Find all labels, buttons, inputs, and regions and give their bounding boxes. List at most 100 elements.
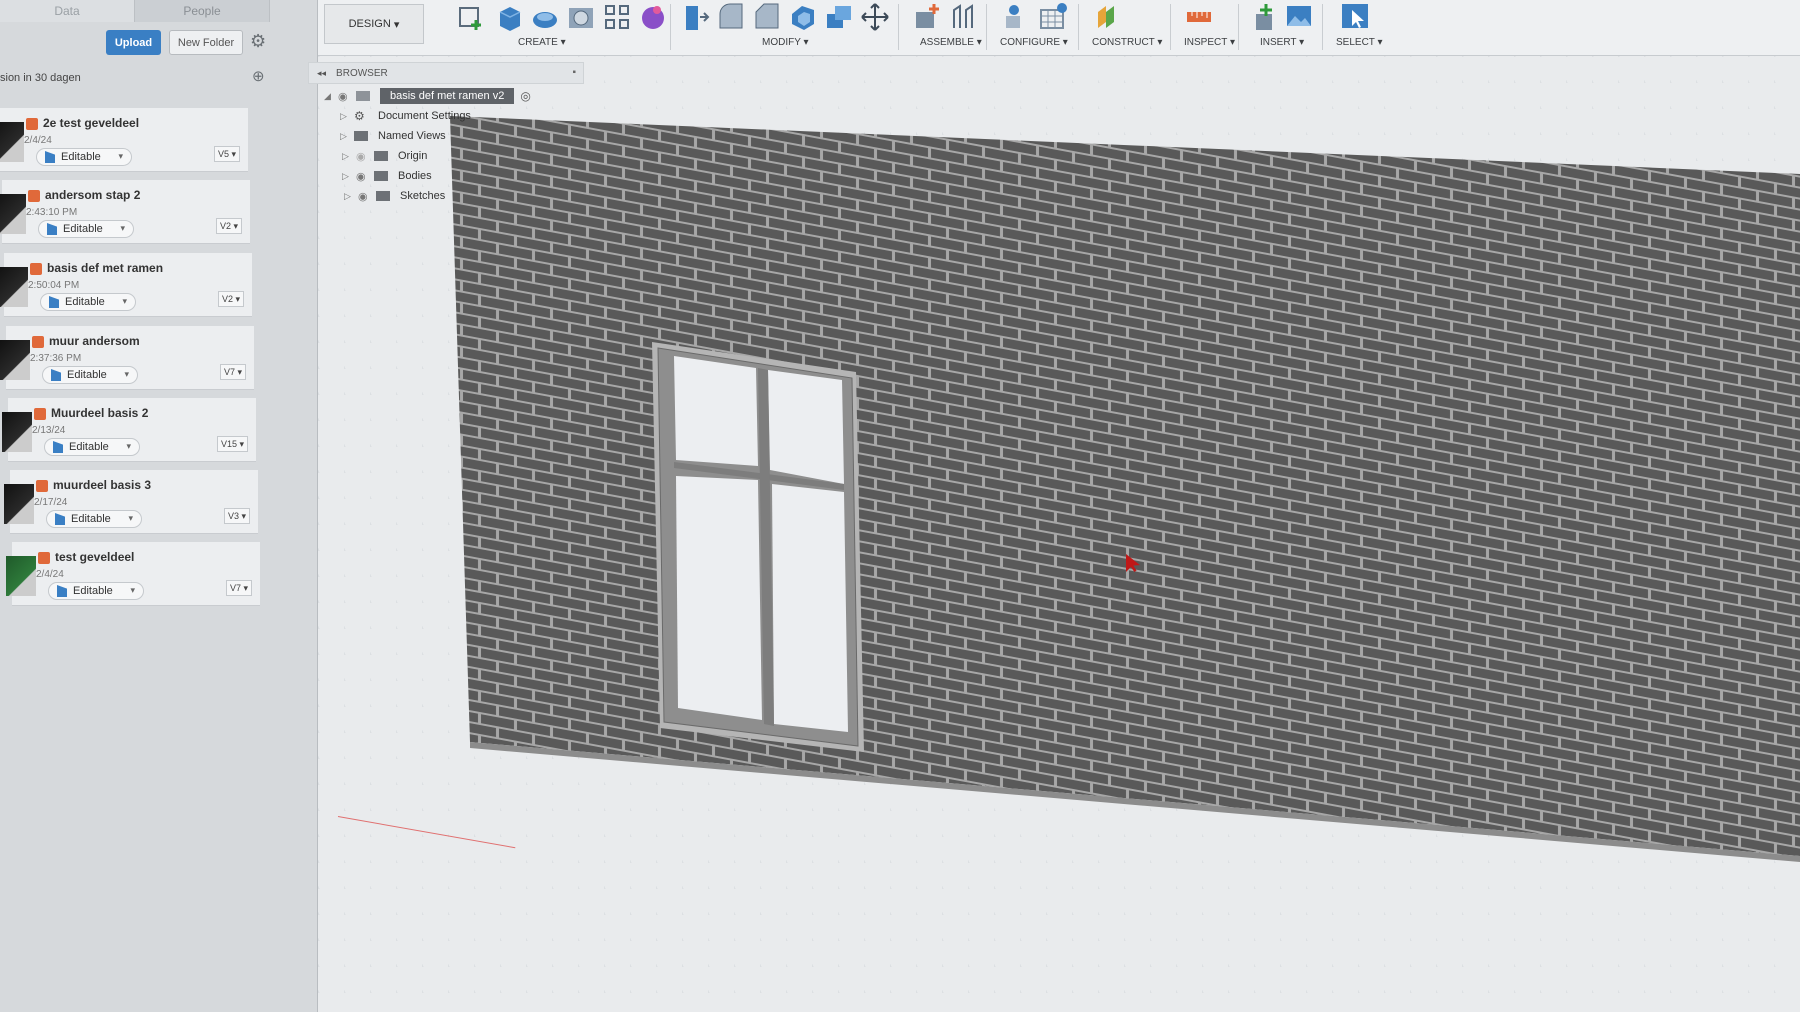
folder-icon: [374, 151, 388, 161]
visibility-eye-icon[interactable]: ◉: [338, 90, 356, 103]
file-version-dropdown[interactable]: V5 ▾: [213, 146, 240, 162]
file-name[interactable]: Muurdeel basis 2: [51, 406, 148, 420]
expand-arrow-icon[interactable]: ▷: [342, 171, 356, 182]
revolve-icon[interactable]: [530, 2, 560, 32]
create-sketch-icon[interactable]: [456, 2, 486, 32]
file-thumbnail[interactable]: [6, 556, 36, 596]
file-status-dropdown[interactable]: Editable ▾: [42, 366, 138, 384]
browser-root-row[interactable]: ◢ ◉ basis def met ramen v2 ◎: [324, 86, 531, 106]
file-version-dropdown[interactable]: V7 ▾: [219, 364, 246, 380]
combine-icon[interactable]: [824, 2, 854, 32]
pattern-icon[interactable]: [602, 2, 632, 32]
fillet-icon[interactable]: [716, 2, 746, 32]
pin-icon[interactable]: ▪: [572, 67, 576, 78]
design-file-icon: ■: [30, 263, 42, 275]
browser-item-bodies[interactable]: ▷ ◉ Bodies: [342, 166, 432, 186]
expand-arrow-icon[interactable]: ▷: [342, 151, 356, 162]
flag-icon: [49, 296, 59, 308]
file-card[interactable]: ■ muur andersom 2:37:36 PM Editable ▾ V7 ▾: [0, 326, 254, 390]
tab-data[interactable]: Data: [0, 0, 135, 22]
shell-icon[interactable]: [788, 2, 818, 32]
extrude-icon[interactable]: [494, 2, 524, 32]
file-name[interactable]: muur andersom: [49, 334, 140, 348]
chamfer-icon[interactable]: [752, 2, 782, 32]
file-name[interactable]: muurdeel basis 3: [53, 478, 151, 492]
upload-button[interactable]: Upload: [106, 30, 161, 55]
workspace-switcher[interactable]: DESIGN ▾: [324, 4, 424, 44]
file-version-dropdown[interactable]: V2 ▾: [217, 291, 244, 307]
construct-menu[interactable]: CONSTRUCT ▾: [1092, 37, 1162, 48]
assemble-menu[interactable]: ASSEMBLE ▾: [920, 37, 982, 48]
measure-icon[interactable]: [1184, 2, 1214, 32]
file-thumbnail[interactable]: [0, 122, 24, 162]
browser-item-sketches[interactable]: ▷ ◉ Sketches: [344, 186, 445, 206]
collapse-icon[interactable]: ◂◂: [317, 68, 326, 79]
file-version-dropdown[interactable]: V2 ▾: [215, 218, 242, 234]
insert-derive-icon[interactable]: [1252, 2, 1282, 32]
file-name[interactable]: andersom stap 2: [45, 188, 140, 202]
file-thumbnail[interactable]: [4, 484, 34, 524]
file-status-dropdown[interactable]: Editable ▾: [38, 220, 134, 238]
form-icon[interactable]: [638, 2, 668, 32]
joint-icon[interactable]: [948, 2, 978, 32]
expand-arrow-icon[interactable]: ▷: [344, 191, 358, 202]
file-status-dropdown[interactable]: Editable ▾: [40, 293, 136, 311]
file-version-dropdown[interactable]: V15 ▾: [216, 436, 248, 452]
offset-plane-icon[interactable]: [1092, 2, 1122, 32]
file-status-dropdown[interactable]: Editable ▾: [36, 148, 132, 166]
visibility-eye-icon[interactable]: ◉: [358, 190, 376, 203]
press-pull-icon[interactable]: [680, 2, 710, 32]
file-status-dropdown[interactable]: Editable ▾: [46, 510, 142, 528]
file-status-label: Editable: [63, 223, 103, 235]
new-component-icon[interactable]: [912, 2, 942, 32]
file-version-dropdown[interactable]: V7 ▾: [225, 580, 252, 596]
insert-canvas-icon[interactable]: [1284, 2, 1314, 32]
expand-arrow-icon[interactable]: ▷: [340, 131, 354, 142]
new-folder-button[interactable]: New Folder: [169, 30, 243, 55]
globe-icon[interactable]: ⊕: [252, 67, 265, 85]
expand-arrow-icon[interactable]: ▷: [340, 111, 354, 122]
inspect-menu[interactable]: INSPECT ▾: [1184, 37, 1235, 48]
configure-grid-icon[interactable]: [1038, 2, 1068, 32]
visibility-eye-icon[interactable]: ◉: [356, 170, 374, 183]
file-card[interactable]: ■ 2e test geveldeel 2/4/24 Editable ▾ V5 ▾: [0, 108, 248, 172]
move-icon[interactable]: [860, 2, 890, 32]
configure-menu[interactable]: CONFIGURE ▾: [1000, 37, 1068, 48]
file-thumbnail[interactable]: [0, 340, 30, 380]
file-name[interactable]: test geveldeel: [55, 550, 134, 564]
file-card[interactable]: ■ test geveldeel 2/4/24 Editable ▾ V7 ▾: [6, 542, 260, 606]
browser-item-named-views[interactable]: ▷ Named Views: [340, 126, 446, 146]
create-menu[interactable]: CREATE ▾: [518, 37, 566, 48]
file-name[interactable]: 2e test geveldeel: [43, 116, 139, 130]
activate-target-icon[interactable]: ◎: [520, 89, 530, 103]
file-name[interactable]: basis def met ramen: [47, 261, 163, 275]
browser-item-origin[interactable]: ▷ ◉ Origin: [342, 146, 427, 166]
browser-item-document-settings[interactable]: ▷ ⚙ Document Settings: [340, 106, 471, 126]
file-card[interactable]: ■ basis def met ramen 2:50:04 PM Editable ▾ V…: [0, 253, 252, 317]
hole-icon[interactable]: [566, 2, 596, 32]
select-menu[interactable]: SELECT ▾: [1336, 37, 1383, 48]
design-file-icon: ■: [26, 118, 38, 130]
file-status-dropdown[interactable]: Editable ▾: [48, 582, 144, 600]
gear-icon[interactable]: ⚙: [250, 31, 266, 52]
configure-table-icon[interactable]: [1002, 2, 1032, 32]
file-version-dropdown[interactable]: V3 ▾: [223, 508, 250, 524]
file-status-dropdown[interactable]: Editable ▾: [44, 438, 140, 456]
file-card[interactable]: ■ Muurdeel basis 2 2/13/24Editable ▾ V15 ▾: [2, 398, 256, 462]
file-card[interactable]: ■ andersom stap 2 2:43:10 PM Editable ▾ V2 ▾: [0, 180, 250, 244]
file-date: 2:43:10 PM: [26, 207, 78, 218]
toolbar-divider: [1322, 4, 1323, 50]
insert-menu[interactable]: INSERT ▾: [1260, 37, 1304, 48]
modify-menu[interactable]: MODIFY ▾: [762, 37, 809, 48]
window[interactable]: [652, 342, 864, 752]
file-thumbnail[interactable]: [2, 412, 32, 452]
file-thumbnail[interactable]: [0, 194, 26, 234]
recent-filter-label: sion in 30 dagen: [0, 72, 81, 84]
tab-people[interactable]: People: [135, 0, 270, 22]
visibility-eye-icon[interactable]: ◉: [356, 150, 374, 163]
select-icon[interactable]: [1340, 2, 1370, 32]
flag-icon: [45, 151, 55, 163]
file-card[interactable]: ■ muurdeel basis 3 2/17/24Editable ▾ V3 ▾: [4, 470, 258, 534]
file-thumbnail[interactable]: [0, 267, 28, 307]
expand-arrow-icon[interactable]: ◢: [324, 91, 338, 102]
